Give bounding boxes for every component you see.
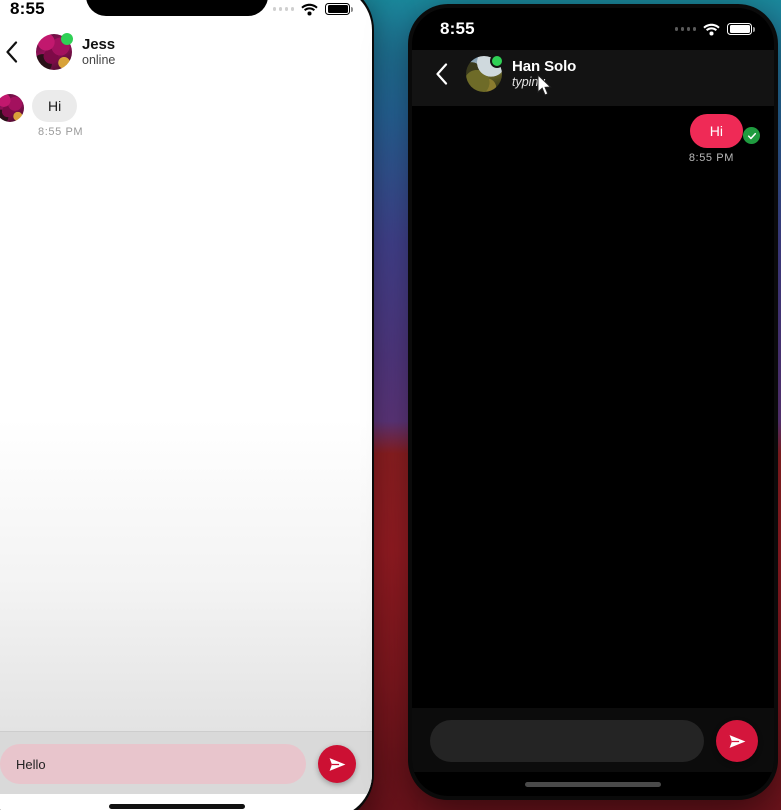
chat-header-left: Jess online — [0, 28, 372, 82]
message-bubble[interactable]: Hi — [689, 114, 743, 148]
peer-name: Han Solo — [512, 58, 577, 76]
phone-left: 8:55 Jess online Hi 8:55 PM Hello — [0, 0, 372, 810]
online-dot — [61, 33, 73, 45]
status-bar-left: 8:55 — [0, 0, 372, 28]
send-button[interactable] — [716, 720, 758, 762]
message-timestamp: 8:55 PM — [688, 152, 734, 164]
send-icon — [729, 734, 745, 748]
home-indicator-left — [0, 794, 372, 810]
chevron-left-icon — [5, 41, 17, 63]
phone-right: 8:55 Han Solo typing Hi 8:55 PM — [412, 8, 774, 796]
status-time: 8:55 — [440, 19, 475, 38]
message-bubble[interactable]: Hi — [32, 90, 78, 122]
send-button[interactable] — [318, 745, 356, 783]
send-icon — [329, 757, 345, 771]
composer-right — [412, 708, 774, 772]
home-indicator-right — [412, 772, 774, 796]
message-avatar — [0, 94, 24, 122]
message-row: Hi — [426, 114, 760, 148]
message-list-left[interactable]: Hi 8:55 PM — [0, 82, 372, 731]
peer-status: online — [82, 53, 116, 68]
peer-avatar[interactable] — [36, 33, 73, 70]
peer-status: typing — [512, 75, 546, 90]
back-button[interactable] — [426, 57, 456, 91]
message-timestamp: 8:55 PM — [38, 126, 84, 138]
battery-icon — [325, 2, 353, 16]
peer-avatar[interactable] — [466, 54, 504, 92]
cellular-dots-icon — [272, 7, 294, 11]
chat-header-right: Han Solo typing — [412, 50, 774, 106]
wifi-icon — [301, 3, 318, 16]
battery-icon — [727, 22, 755, 36]
composer-left — [0, 731, 372, 794]
message-input[interactable] — [0, 744, 306, 784]
peer-name: Jess — [82, 36, 115, 54]
chevron-left-icon — [435, 63, 447, 85]
online-dot — [490, 54, 504, 68]
status-bar-right: 8:55 — [412, 8, 774, 50]
check-circle-icon — [743, 127, 760, 144]
message-list-right[interactable]: Hi 8:55 PM — [412, 106, 774, 708]
back-button[interactable] — [0, 35, 26, 69]
message-input[interactable] — [430, 720, 704, 762]
cellular-dots-icon — [674, 27, 696, 31]
message-row: Hi — [0, 90, 358, 122]
wifi-icon — [703, 23, 720, 36]
status-time: 8:55 — [10, 0, 45, 18]
